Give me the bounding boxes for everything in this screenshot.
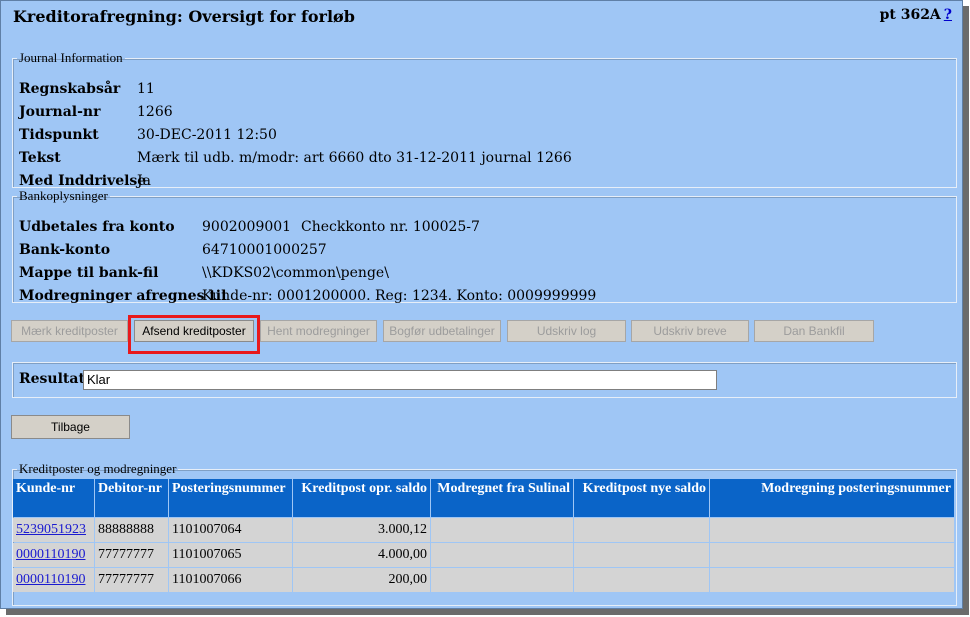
- hent-modregninger-button[interactable]: Hent modregninger: [260, 320, 377, 342]
- journal-label: Med Inddrivelse: [19, 173, 147, 189]
- col-debitor-nr: Debitor-nr: [95, 479, 168, 517]
- journal-row-regnskabsar: Regnskabsår 11: [19, 81, 155, 97]
- tilbage-button[interactable]: Tilbage: [11, 415, 130, 439]
- udskriv-log-button[interactable]: Udskriv log: [507, 320, 626, 342]
- bank-info-legend: Bankoplysninger: [19, 188, 108, 203]
- journal-row-tekst: Tekst Mærk til udb. m/modr: art 6660 dto …: [19, 150, 572, 166]
- col-modregnet-fra-sulinal: Modregnet fra Sulinal: [431, 479, 573, 517]
- highlight-box: [128, 315, 260, 354]
- cell-modregning-post: [710, 543, 954, 567]
- journal-value: Mærk til udb. m/modr: art 6660 dto 31-12…: [137, 150, 572, 166]
- bank-row-bank-konto: Bank-konto 64710001000257: [19, 242, 327, 258]
- cell-kunde-nr: 5239051923: [13, 518, 94, 542]
- journal-value: 1266: [137, 104, 173, 120]
- bank-row-mappe: Mappe til bank-fil \\KDKS02\common\penge\: [19, 265, 389, 281]
- udskriv-breve-button[interactable]: Udskriv breve: [631, 320, 749, 342]
- cell-opr-saldo: 200,00: [293, 568, 430, 592]
- kunde-nr-link[interactable]: 5239051923: [16, 522, 86, 537]
- bank-label: Bank-konto: [19, 242, 111, 258]
- table-header-row: Kunde-nr Debitor-nr Posteringsnummer Kre…: [13, 479, 954, 517]
- journal-row-med-inddrivelse: Med InddrivelseJa: [19, 173, 151, 189]
- journal-info-legend: Journal Information: [19, 50, 123, 65]
- journal-label: Tekst: [19, 150, 61, 166]
- cell-debitor-nr: 77777777: [95, 568, 168, 592]
- journal-info-panel: Journal Information Regnskabsår 11 Journa…: [12, 50, 957, 189]
- bank-info-panel: Bankoplysninger Udbetales fra konto 90020…: [12, 188, 957, 304]
- col-kunde-nr: Kunde-nr: [13, 479, 94, 517]
- journal-label: Journal-nr: [19, 104, 101, 120]
- col-kreditpost-opr-saldo: Kreditpost opr. saldo: [293, 479, 430, 517]
- cell-posteringsnummer: 1101007065: [169, 543, 292, 567]
- journal-label: Regnskabsår: [19, 81, 121, 97]
- result-field[interactable]: Klar: [83, 370, 717, 390]
- window-shadow-bottom: [6, 609, 969, 615]
- cell-opr-saldo: 4.000,00: [293, 543, 430, 567]
- bank-label: Mappe til bank-fil: [19, 265, 159, 281]
- journal-value: Ja: [137, 173, 151, 189]
- table-row: 5239051923 88888888 1101007064 3.000,12: [13, 518, 954, 542]
- cell-modregnet: [431, 543, 573, 567]
- result-label: Resultat: [19, 371, 85, 387]
- cell-nye-saldo: [574, 543, 709, 567]
- dan-bankfil-button[interactable]: Dan Bankfil: [754, 320, 874, 342]
- kunde-nr-link[interactable]: 0000110190: [16, 547, 85, 562]
- journal-row-journal-nr: Journal-nr 1266: [19, 104, 173, 120]
- bank-extra: Checkkonto nr. 100025-7: [301, 219, 480, 235]
- bank-value: \\KDKS02\common\penge\: [202, 265, 389, 281]
- kreditposter-legend: Kreditposter og modregninger: [19, 461, 177, 476]
- window-shadow-right: [963, 6, 969, 614]
- program-code: pt 362A: [879, 7, 941, 23]
- journal-row-tidspunkt: Tidspunkt 30-DEC-2011 12:50: [19, 127, 277, 143]
- cell-posteringsnummer: 1101007064: [169, 518, 292, 542]
- cell-debitor-nr: 88888888: [95, 518, 168, 542]
- cell-modregnet: [431, 568, 573, 592]
- bogfor-udbetalinger-button[interactable]: Bogfør udbetalinger: [383, 320, 501, 342]
- journal-value: 30-DEC-2011 12:50: [137, 127, 277, 143]
- cell-debitor-nr: 77777777: [95, 543, 168, 567]
- journal-label: Tidspunkt: [19, 127, 99, 143]
- app-window: Kreditorafregning: Oversigt for forløb p…: [0, 0, 963, 609]
- cell-posteringsnummer: 1101007066: [169, 568, 292, 592]
- bank-label: Modregninger afregnes til: [19, 288, 227, 304]
- cell-kunde-nr: 0000110190: [13, 543, 94, 567]
- table-row: 0000110190 77777777 1101007065 4.000,00: [13, 543, 954, 567]
- bank-value: Kunde-nr: 0001200000. Reg: 1234. Konto: …: [202, 288, 597, 304]
- bank-value: 64710001000257: [202, 242, 327, 258]
- bank-row-modregninger: Modregninger afregnes tilKunde-nr: 00012…: [19, 288, 596, 304]
- kunde-nr-link[interactable]: 0000110190: [16, 572, 85, 587]
- cell-nye-saldo: [574, 568, 709, 592]
- cell-nye-saldo: [574, 518, 709, 542]
- bank-label: Udbetales fra konto: [19, 219, 175, 235]
- table-row: 0000110190 77777777 1101007066 200,00: [13, 568, 954, 592]
- cell-kunde-nr: 0000110190: [13, 568, 94, 592]
- help-link[interactable]: ?: [944, 7, 952, 23]
- mark-kreditposter-button[interactable]: Mærk kreditposter: [11, 320, 128, 342]
- bank-value: 9002009001: [202, 219, 292, 235]
- page-code: pt 362A?: [880, 7, 952, 23]
- kreditposter-table: Kunde-nr Debitor-nr Posteringsnummer Kre…: [12, 478, 955, 593]
- cell-modregning-post: [710, 518, 954, 542]
- cell-modregnet: [431, 518, 573, 542]
- page-title: Kreditorafregning: Oversigt for forløb: [13, 7, 355, 26]
- col-posteringsnummer: Posteringsnummer: [169, 479, 292, 517]
- cell-opr-saldo: 3.000,12: [293, 518, 430, 542]
- journal-value: 11: [137, 81, 155, 97]
- result-label-text: Resultat: [19, 371, 85, 387]
- cell-modregning-post: [710, 568, 954, 592]
- col-modregning-posteringsnummer: Modregning posteringsnummer: [710, 479, 954, 517]
- col-kreditpost-nye-saldo: Kreditpost nye saldo: [574, 479, 709, 517]
- bank-row-udbetales: Udbetales fra konto 9002009001 Checkkonto …: [19, 219, 480, 235]
